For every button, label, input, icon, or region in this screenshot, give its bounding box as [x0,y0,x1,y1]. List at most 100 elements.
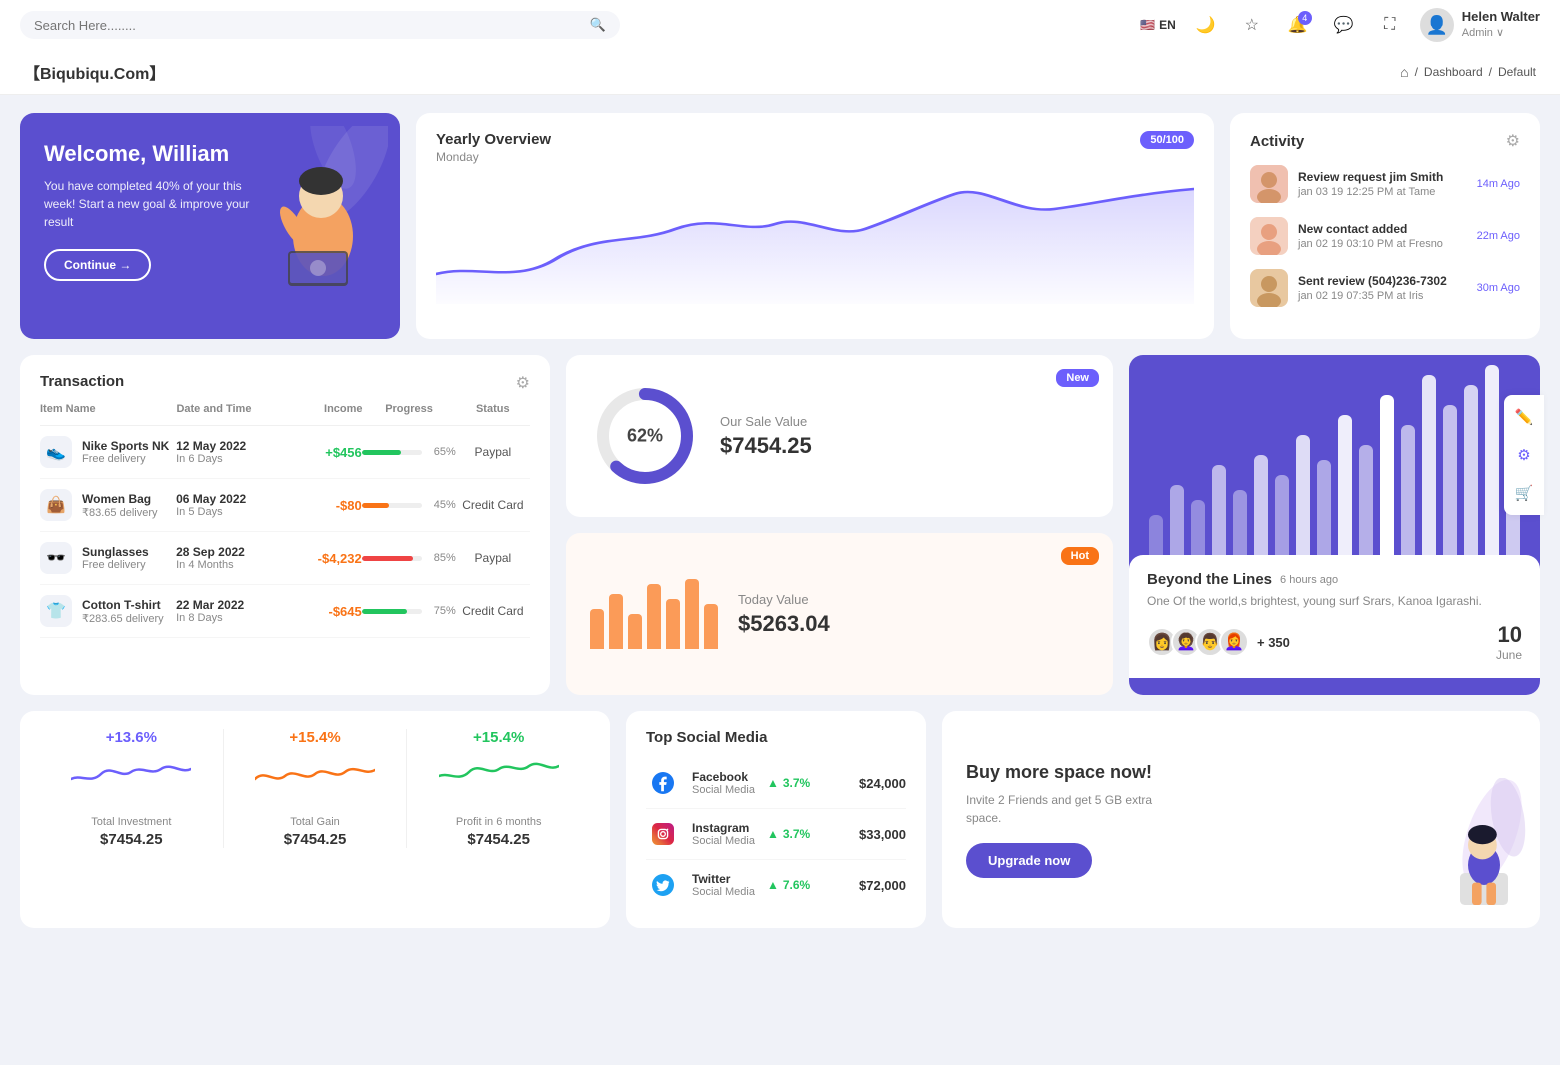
stat-wave [234,754,397,804]
transaction-gear-icon[interactable]: ⚙ [516,373,530,393]
stat-pct: +13.6% [50,729,213,746]
stat-wave [50,754,213,804]
avatar: 👤 [1420,8,1454,42]
rt-icon-2[interactable]: ⚙ [1510,441,1538,469]
stat-value: $7454.25 [50,831,213,848]
social-name: Twitter [692,872,755,886]
progress-fill [362,503,389,508]
big-bar-item [1254,455,1268,555]
brand-logo: 【Biqubiqu.Com】 [24,60,165,84]
progress-pct: 65% [428,446,456,458]
bar-item [609,594,623,649]
search-icon: 🔍 [590,17,606,33]
income-cell: +$456 [288,445,362,460]
theme-toggle-button[interactable]: 🌙 [1190,9,1222,41]
stat-label: Profit in 6 months [417,816,580,828]
activity-info-3: Sent review (504)236-7302 jan 02 19 07:3… [1298,274,1467,302]
date-sub: In 5 Days [176,506,287,518]
social-sub: Social Media [692,784,755,796]
date-sub: In 6 Days [176,453,287,465]
yearly-subtitle: Monday [436,150,551,164]
sale-donut: 62% [590,381,700,491]
transaction-rows: 👟 Nike Sports NK Free delivery 12 May 20… [40,426,530,638]
date-sub: In 8 Days [176,612,287,624]
activity-gear-icon[interactable]: ⚙ [1506,131,1520,151]
beyond-title: Beyond the Lines [1147,571,1272,588]
row-2: Transaction ⚙ Item Name Date and Time In… [20,355,1540,695]
favorites-button[interactable]: ☆ [1236,9,1268,41]
activity-item-time-2: 22m Ago [1477,230,1520,242]
sale-percent: 62% [627,426,663,447]
stat-pct: +15.4% [417,729,580,746]
social-card: Top Social Media Facebook Social Media ▲… [626,711,926,928]
activity-title: Activity [1250,133,1304,150]
social-growth: ▲ 3.7% [767,776,810,790]
flag-icon: 🇺🇸 [1140,18,1155,32]
user-role: Admin ∨ [1462,26,1540,40]
upgrade-button[interactable]: Upgrade now [966,843,1092,878]
user-name: Helen Walter [1462,9,1540,26]
upgrade-desc: Invite 2 Friends and get 5 GB extra spac… [966,791,1166,827]
big-bar-chart [1129,355,1540,555]
progress-bar [362,556,422,561]
item-icon: 👜 [40,489,72,521]
rt-icon-3[interactable]: 🛒 [1510,479,1538,507]
date-value: 12 May 2022 [176,439,287,453]
item-details: Women Bag ₹83.65 delivery [82,492,158,519]
topnav: 🔍 🇺🇸 EN 🌙 ☆ 🔔 4 💬 ⛶ 👤 Helen Walter Admin… [0,0,1560,50]
status-cell: Credit Card [456,604,530,618]
status-cell: Credit Card [456,498,530,512]
upgrade-illustration [1380,788,1540,928]
bar-item [666,599,680,649]
date-sub: In 4 Months [176,559,287,571]
table-row: 👕 Cotton T-shirt ₹283.65 delivery 22 Mar… [40,585,530,638]
today-chart [590,579,718,649]
social-item: Facebook Social Media ▲ 3.7% $24,000 [646,758,906,809]
social-info: Facebook Social Media [692,770,755,796]
stat-label: Total Gain [234,816,397,828]
beyond-footer: 👩 👩‍🦱 👨 👩‍🦰 + 350 10 June [1147,622,1522,662]
notifications-button[interactable]: 🔔 4 [1282,9,1314,41]
progress-bar-wrap: 45% [362,499,456,511]
sale-label: Our Sale Value [720,414,812,429]
right-toolbar: ✏️ ⚙ 🛒 [1504,395,1544,515]
progress-pct: 85% [428,552,456,564]
stat-value: $7454.25 [234,831,397,848]
social-amount: $72,000 [859,878,906,893]
activity-item-time-3: 30m Ago [1477,282,1520,294]
breadcrumb-dashboard[interactable]: Dashboard [1424,65,1483,79]
social-growth: ▲ 3.7% [767,827,810,841]
user-menu[interactable]: 👤 Helen Walter Admin ∨ [1420,8,1540,42]
stat-wave [417,754,580,804]
stats-row: +13.6% Total Investment $7454.25 +15.4% … [40,729,590,848]
search-bar[interactable]: 🔍 [20,11,620,39]
breadcrumb-current: Default [1498,65,1536,79]
search-input[interactable] [34,18,582,33]
language-selector[interactable]: 🇺🇸 EN [1140,18,1176,32]
messages-button[interactable]: 💬 [1328,9,1360,41]
social-icon [646,766,680,800]
home-icon[interactable]: ⌂ [1400,64,1408,80]
breadcrumb-bar: 【Biqubiqu.Com】 ⌂ / Dashboard / Default [0,50,1560,95]
activity-item-title-2: New contact added [1298,222,1467,236]
status-cell: Paypal [456,445,530,459]
social-growth: ▲ 7.6% [767,878,810,892]
bar-item [704,604,718,649]
today-label: Today Value [738,592,830,607]
table-row: 👜 Women Bag ₹83.65 delivery 06 May 2022 … [40,479,530,532]
progress-fill [362,450,401,455]
avatar-4: 👩‍🦰 [1219,627,1249,657]
growth-pct: 3.7% [783,776,810,790]
upgrade-card: Buy more space now! Invite 2 Friends and… [942,711,1540,928]
fullscreen-button[interactable]: ⛶ [1374,9,1406,41]
rt-icon-1[interactable]: ✏️ [1510,403,1538,431]
today-info: Today Value $5263.04 [738,592,830,637]
table-header: Item Name Date and Time Income Progress … [40,397,530,426]
sale-card: New 62% Our Sale Value $7454.25 [566,355,1113,517]
continue-button[interactable]: Continue → [44,249,151,281]
breadcrumb: ⌂ / Dashboard / Default [1400,64,1536,80]
activity-item-sub-2: jan 02 19 03:10 PM at Fresno [1298,238,1467,250]
activity-item: Review request jim Smith jan 03 19 12:25… [1250,165,1520,203]
yearly-header: Yearly Overview Monday 50/100 [436,131,1194,164]
item-details: Cotton T-shirt ₹283.65 delivery [82,598,164,625]
